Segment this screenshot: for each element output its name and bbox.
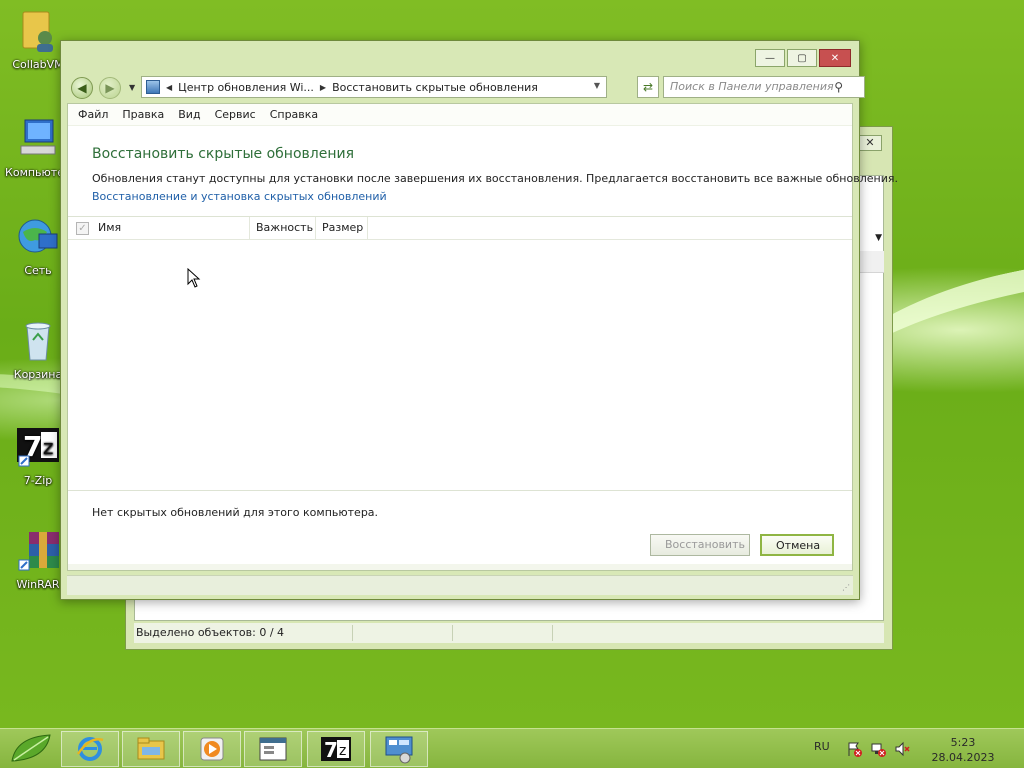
status-separator — [452, 625, 453, 641]
restore-button[interactable]: Восстановить — [650, 534, 750, 556]
search-icon[interactable]: ⚲ — [834, 80, 843, 94]
arrow-right-icon: ▶ — [105, 81, 115, 95]
arrow-left-icon: ◀ — [77, 81, 87, 95]
taskbar-remote-desktop[interactable] — [370, 731, 428, 767]
menu-help[interactable]: Справка — [270, 108, 318, 121]
minimize-button[interactable]: — — [755, 49, 785, 67]
background-window-close-button[interactable]: ✕ — [858, 135, 882, 151]
svg-text:z: z — [339, 743, 346, 759]
breadcrumb-restore-hidden[interactable]: Восстановить скрытые обновления — [332, 81, 538, 94]
control-panel-icon — [146, 80, 160, 94]
svg-text:z: z — [43, 435, 54, 459]
background-window-statusbar: Выделено объектов: 0 / 4 — [134, 623, 884, 643]
caption-buttons: — ▢ ✕ — [755, 49, 851, 67]
content-area: Файл Правка Вид Сервис Справка Восстанов… — [67, 103, 898, 571]
media-player-icon — [200, 737, 224, 761]
window-app-icon — [259, 737, 287, 761]
seven-zip-icon: 7 z — [321, 737, 351, 762]
status-separator — [352, 625, 353, 641]
column-header-size[interactable]: Размер — [316, 217, 368, 239]
back-button[interactable]: ◀ — [71, 77, 93, 99]
status-separator — [552, 625, 553, 641]
seven-zip-icon: 7z — [15, 424, 61, 470]
column-header-importance[interactable]: Важность — [250, 217, 316, 239]
cancel-button[interactable]: Отмена — [760, 534, 834, 556]
svg-text:7: 7 — [324, 738, 338, 762]
page-title: Восстановить скрытые обновления — [92, 146, 354, 162]
page-description: Обновления станут доступны для установки… — [92, 172, 898, 185]
close-button[interactable]: ✕ — [819, 49, 851, 67]
input-language-indicator[interactable]: RU — [814, 740, 830, 753]
empty-list-message: Нет скрытых обновлений для этого компьют… — [92, 506, 379, 519]
restore-install-link[interactable]: Восстановление и установка скрытых обнов… — [92, 190, 387, 203]
recycle-bin-icon — [15, 318, 61, 364]
resize-grip-icon[interactable]: ⋰ — [842, 583, 850, 592]
window-statusbar: ⋰ — [67, 575, 853, 595]
folder-icon — [137, 737, 165, 760]
forward-button[interactable]: ▶ — [99, 77, 121, 99]
address-bar[interactable]: ◀ Центр обновления Wi... ▶ Восстановить … — [141, 76, 607, 98]
selection-count: Выделено объектов: 0 / 4 — [136, 626, 285, 639]
computer-icon — [15, 116, 61, 162]
dialog-buttons: Восстановить Отмена — [650, 534, 834, 556]
refresh-icon: ⇄ — [642, 80, 654, 94]
taskbar-7zip[interactable]: 7 z — [307, 731, 365, 767]
content-footer — [68, 564, 852, 570]
taskbar-file-explorer[interactable] — [122, 731, 180, 767]
monitor-settings-icon — [385, 736, 413, 764]
network-status-icon[interactable] — [870, 741, 886, 757]
breadcrumb-arrow-icon[interactable]: ▶ — [320, 83, 326, 92]
chevron-down-icon[interactable]: ▼ — [875, 233, 882, 243]
clock-date: 28.04.2023 — [931, 751, 995, 764]
start-button[interactable] — [4, 731, 58, 767]
maximize-button[interactable]: ▢ — [787, 49, 817, 67]
menu-edit[interactable]: Правка — [122, 108, 164, 121]
taskbar-media-player[interactable] — [183, 731, 241, 767]
menu-tools[interactable]: Сервис — [215, 108, 256, 121]
menu-file[interactable]: Файл — [78, 108, 108, 121]
taskbar-internet-explorer[interactable] — [61, 731, 119, 767]
menu-view[interactable]: Вид — [178, 108, 200, 121]
network-globe-icon — [15, 214, 61, 260]
footer-divider — [68, 490, 852, 491]
updates-list-header: ✓ Имя Важность Размер — [68, 216, 852, 240]
taskbar: 7 z RU 5:23 28.04.2023 — [0, 728, 1024, 768]
user-folder-icon — [15, 8, 61, 54]
breadcrumb-arrow-icon[interactable]: ◀ — [166, 83, 172, 92]
taskbar-control-panel[interactable] — [244, 731, 302, 767]
menu-bar: Файл Правка Вид Сервис Справка — [68, 104, 852, 126]
system-clock[interactable]: 5:23 28.04.2023 — [930, 735, 996, 765]
select-all-checkbox[interactable]: ✓ — [76, 222, 89, 235]
refresh-button[interactable]: ⇄ — [637, 76, 659, 98]
leaf-start-icon — [11, 734, 51, 762]
clock-time: 5:23 — [950, 736, 976, 749]
action-center-flag-icon[interactable] — [846, 741, 862, 757]
breadcrumb-windows-update[interactable]: Центр обновления Wi... — [178, 81, 314, 94]
mouse-cursor-icon — [187, 268, 201, 288]
recent-pages-chevron-icon[interactable]: ▼ — [129, 83, 135, 92]
volume-muted-icon[interactable] — [894, 741, 910, 757]
updates-list[interactable] — [68, 241, 852, 491]
winrar-icon — [15, 528, 61, 574]
navigation-bar: ◀ ▶ ▼ ◀ Центр обновления Wi... ▶ Восстан… — [69, 75, 865, 101]
address-dropdown-icon[interactable]: ▼ — [594, 81, 600, 90]
internet-explorer-icon — [76, 737, 104, 761]
restore-hidden-updates-window[interactable]: — ▢ ✕ ◀ ▶ ▼ ◀ Центр обновления Wi... ▶ В… — [60, 40, 898, 600]
column-header-name[interactable]: Имя — [92, 217, 250, 239]
